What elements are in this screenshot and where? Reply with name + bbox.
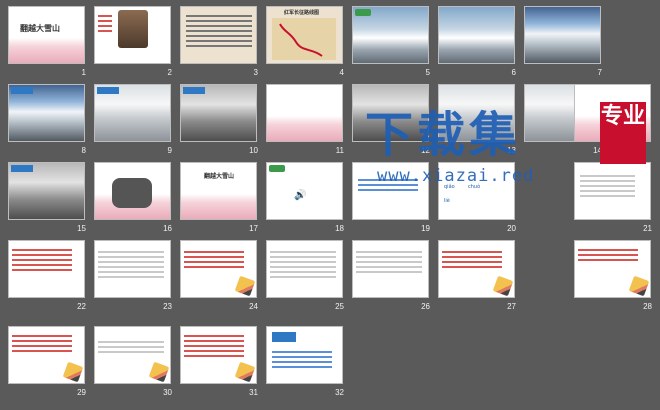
slide-number-7: 7 (597, 68, 602, 77)
slide-thumbnail-27[interactable] (438, 240, 515, 298)
slide-number-23: 23 (163, 302, 172, 311)
slide-thumbnail-24[interactable] (180, 240, 257, 298)
slide-number-11: 11 (335, 146, 344, 155)
slide-thumbnail-31[interactable] (180, 326, 257, 384)
slide-title: 翻越大雪山 (20, 24, 60, 33)
slide-number-8: 8 (81, 146, 86, 155)
slide-thumbnail-30[interactable] (94, 326, 171, 384)
slide-thumbnail-20[interactable]: qiǎo chuò liè (438, 162, 515, 220)
slide-number-6: 6 (511, 68, 516, 77)
slide-thumbnail-32[interactable] (266, 326, 343, 384)
slide-number-22: 22 (77, 302, 86, 311)
slide-thumbnail-19[interactable] (352, 162, 429, 220)
slide-thumbnail-3[interactable] (180, 6, 257, 64)
slide-thumbnail-9[interactable] (94, 84, 171, 142)
pinyin-3: liè (444, 198, 450, 204)
slide-number-26: 26 (421, 302, 430, 311)
slide-number-29: 29 (77, 388, 86, 397)
slide-number-21: 21 (643, 224, 652, 233)
slide-number-16: 16 (163, 224, 172, 233)
slide-number-4: 4 (339, 68, 344, 77)
slide-thumbnail-5[interactable] (352, 6, 429, 64)
pencil-icon (234, 275, 256, 297)
slide-number-27: 27 (507, 302, 516, 311)
pencil-icon (62, 361, 84, 383)
tag (355, 9, 371, 16)
slide-number-13: 13 (507, 146, 516, 155)
route-map (272, 18, 336, 60)
slide-number-30: 30 (163, 388, 172, 397)
slide-number-10: 10 (249, 146, 258, 155)
slide-thumbnail-29[interactable] (8, 326, 85, 384)
slide-thumbnail-25[interactable] (266, 240, 343, 298)
slide-thumbnail-7[interactable] (524, 6, 601, 64)
slide-number-18: 18 (335, 224, 344, 233)
slide-number-25: 25 (335, 302, 344, 311)
slide-thumbnail-23[interactable] (94, 240, 171, 298)
slide-thumbnail-12[interactable] (352, 84, 429, 142)
slide-thumbnail-17[interactable]: 翻越大雪山 (180, 162, 257, 220)
portrait-photo (118, 10, 148, 48)
slide-number-28: 28 (643, 302, 652, 311)
slide-number-9: 9 (167, 146, 172, 155)
slide-thumbnail-21[interactable] (574, 162, 651, 220)
tag (269, 165, 285, 172)
slide-thumbnail-10[interactable] (180, 84, 257, 142)
slide-thumbnail-16[interactable] (94, 162, 171, 220)
slide-thumbnail-13[interactable] (438, 84, 515, 142)
pencil-icon (148, 361, 170, 383)
slide-thumbnail-28[interactable] (574, 240, 651, 298)
slide-thumbnail-2[interactable] (94, 6, 171, 64)
slide-number-12: 12 (421, 146, 430, 155)
slide-thumbnail-11[interactable] (266, 84, 343, 142)
slide-thumbnail-22[interactable] (8, 240, 85, 298)
tag (183, 87, 205, 94)
tag (11, 165, 33, 172)
slide-number-31: 31 (249, 388, 258, 397)
slide-number-3: 3 (253, 68, 258, 77)
slide-thumbnail-6[interactable] (438, 6, 515, 64)
pencil-icon (628, 275, 650, 297)
tag (97, 87, 119, 94)
speaker-icon: 🔊 (294, 190, 307, 201)
slide-title: 翻越大雪山 (204, 173, 235, 180)
pencil-icon (492, 275, 514, 297)
slide-thumbnail-18[interactable]: 🔊 (266, 162, 343, 220)
slide-thumbnail-4[interactable]: 红军长征路线图 (266, 6, 343, 64)
pinyin-2: chuò (468, 184, 481, 190)
tag (11, 87, 33, 94)
slide-thumbnail-14b[interactable] (574, 84, 651, 142)
slide-number-1: 1 (81, 68, 86, 77)
slide-thumbnail-1[interactable]: 翻越大雪山 (8, 6, 85, 64)
slide-number-15: 15 (77, 224, 86, 233)
slide-number-14: 14 (593, 146, 602, 155)
slide-number-17: 17 (249, 224, 258, 233)
slide-title: 红军长征路线图 (284, 10, 320, 16)
slide-thumbnail-26[interactable] (352, 240, 429, 298)
pencil-icon (234, 361, 256, 383)
slide-number-2: 2 (167, 68, 172, 77)
slide-number-5: 5 (425, 68, 430, 77)
slide-sorter-grid: 翻越大雪山 1 2 3 红军长征路线图 4 5 6 7 8 9 10 11 12… (0, 0, 660, 410)
slide-thumbnail-15[interactable] (8, 162, 85, 220)
slide-number-20: 20 (507, 224, 516, 233)
slide-number-19: 19 (421, 224, 430, 233)
rock-image (112, 178, 152, 208)
slide-number-24: 24 (249, 302, 258, 311)
slide-thumbnail-8[interactable] (8, 84, 85, 142)
ppt-logo (272, 332, 296, 342)
slide-number-32: 32 (335, 388, 344, 397)
